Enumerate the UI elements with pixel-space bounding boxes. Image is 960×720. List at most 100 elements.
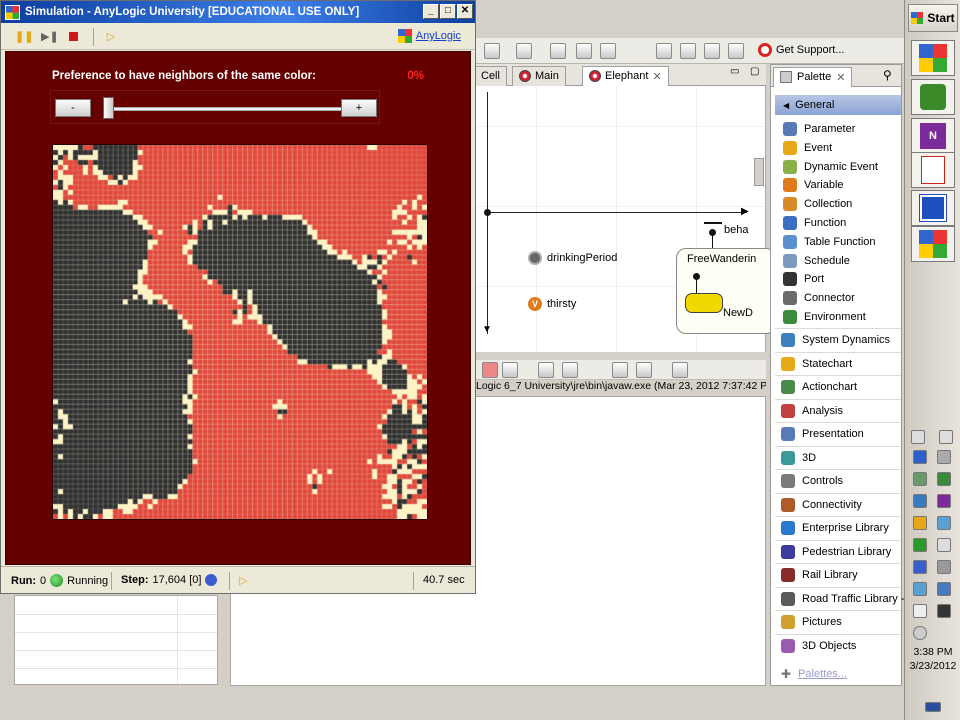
tray-sync-icon[interactable] xyxy=(937,450,951,464)
palette-category[interactable]: Pictures xyxy=(781,613,842,631)
palette-category[interactable]: Rail Library xyxy=(781,566,858,584)
slider-increment-button[interactable]: + xyxy=(341,99,377,117)
editor-canvas[interactable]: ▼ ▶ drinkingPeriod V thirsty beha FreeWa… xyxy=(476,86,776,352)
tab-main[interactable]: Main xyxy=(512,66,566,86)
speed-button[interactable]: ▷ xyxy=(103,29,119,45)
slider-track[interactable] xyxy=(103,107,373,111)
pin-console-icon[interactable] xyxy=(612,362,628,378)
tray-arrow-icon[interactable] xyxy=(939,430,953,444)
display-console-icon[interactable] xyxy=(636,362,652,378)
tray-messenger-icon[interactable] xyxy=(937,516,951,530)
tray-monitor-icon[interactable] xyxy=(913,560,927,574)
remove-launch-icon[interactable] xyxy=(502,362,518,378)
palettes-link[interactable]: ✚ Palettes... xyxy=(781,665,847,683)
taskbar-security-app[interactable] xyxy=(911,79,955,115)
palette-item[interactable]: Variable xyxy=(783,176,844,194)
taskbar-pdf-app[interactable] xyxy=(911,152,955,188)
palette-item[interactable]: Dynamic Event xyxy=(783,158,878,176)
tab-palette[interactable]: Palette ✕ xyxy=(773,67,853,87)
palette-category[interactable]: Presentation xyxy=(781,425,864,443)
palette-category[interactable]: Statechart xyxy=(781,355,852,373)
tray-search-icon[interactable] xyxy=(937,560,951,574)
terminate-icon[interactable] xyxy=(482,362,498,378)
palette-item[interactable]: Table Function xyxy=(783,233,876,251)
location-icon[interactable] xyxy=(516,43,532,59)
speed-icon[interactable]: ▷ xyxy=(239,574,247,587)
tab-elephant[interactable]: Elephant ✕ xyxy=(582,66,669,86)
pause-button[interactable]: ❚❚ xyxy=(15,29,33,45)
tray-database-icon[interactable] xyxy=(937,582,951,596)
tray-copy-icon[interactable] xyxy=(913,604,927,618)
palette-item[interactable]: Port xyxy=(783,270,824,288)
scroll-lock-icon[interactable] xyxy=(562,362,578,378)
palette-item[interactable]: Parameter xyxy=(783,120,855,138)
maximize-icon[interactable]: ▢ xyxy=(750,66,759,77)
step-button[interactable]: ▶❚ xyxy=(41,29,59,45)
taskbar-remote-app[interactable] xyxy=(911,190,955,226)
statechart-free-wandering[interactable]: FreeWanderin NewD xyxy=(676,248,776,334)
tray-battery-icon[interactable] xyxy=(937,472,951,486)
palette-item[interactable]: Function xyxy=(783,214,846,232)
taskbar-onenote-app[interactable]: N xyxy=(911,118,955,154)
palette-category[interactable]: Analysis xyxy=(781,402,843,420)
tray-globe-icon[interactable] xyxy=(913,582,927,596)
tray-device-icon[interactable] xyxy=(913,494,927,508)
tray-arrow-icon[interactable] xyxy=(911,430,925,444)
palette-category[interactable]: Controls xyxy=(781,472,843,490)
tray-network-icon[interactable] xyxy=(913,450,927,464)
palette-category[interactable]: Actionchart xyxy=(781,378,857,396)
clock-date[interactable]: 3/23/2012 xyxy=(905,660,960,672)
slider-decrement-button[interactable]: - xyxy=(55,99,91,117)
palette-category[interactable]: Enterprise Library xyxy=(781,519,889,537)
minimize-icon[interactable]: ▭ xyxy=(730,66,739,77)
taskbar-anylogic-app-2[interactable] xyxy=(911,226,955,262)
copy-style-icon[interactable] xyxy=(704,43,720,59)
palette-item[interactable]: Collection xyxy=(783,195,852,213)
tray-usb-icon[interactable] xyxy=(937,538,951,552)
tray-refresh-icon[interactable] xyxy=(913,538,927,552)
palette-category[interactable]: 3D xyxy=(781,449,816,467)
palette-category[interactable]: System Dynamics xyxy=(781,331,890,349)
paste-style-icon[interactable] xyxy=(728,43,744,59)
anylogic-link[interactable]: AnyLogic xyxy=(397,29,461,43)
clock-time[interactable]: 3:38 PM xyxy=(905,646,960,658)
show-desktop-icon[interactable] xyxy=(925,702,941,712)
palette-item[interactable]: Connector xyxy=(783,289,855,307)
palette-item[interactable]: Event xyxy=(783,139,832,157)
pin-icon[interactable]: ⚲ xyxy=(883,68,892,82)
slider-thumb[interactable] xyxy=(103,97,114,119)
palette-item[interactable]: Schedule xyxy=(783,252,850,270)
param-drinking-period[interactable]: drinkingPeriod xyxy=(528,251,617,265)
start-button[interactable]: Start xyxy=(908,4,958,32)
palette-category-general[interactable]: ◀ General xyxy=(775,95,901,115)
tray-display-icon[interactable] xyxy=(937,604,951,618)
group-icon[interactable] xyxy=(656,43,672,59)
minimize-button[interactable]: _ xyxy=(423,4,439,19)
close-icon[interactable]: ✕ xyxy=(652,70,661,86)
tray-onenote-icon[interactable] xyxy=(937,494,951,508)
align-icon[interactable] xyxy=(600,43,616,59)
step-info-icon[interactable] xyxy=(205,574,218,586)
zoom-icon[interactable] xyxy=(484,43,500,59)
tab-cell[interactable]: Cell xyxy=(474,66,507,86)
tray-signal-icon[interactable] xyxy=(913,472,927,486)
state-node[interactable] xyxy=(685,293,723,313)
volume-icon[interactable] xyxy=(913,626,927,640)
properties-table[interactable] xyxy=(14,595,218,685)
ungroup-icon[interactable] xyxy=(680,43,696,59)
taskbar-anylogic-app[interactable] xyxy=(911,40,955,76)
palette-category[interactable]: Road Traffic Library - F xyxy=(781,590,914,608)
segregation-grid[interactable] xyxy=(52,144,428,520)
connector-tool-icon[interactable] xyxy=(550,43,566,59)
param-thirsty[interactable]: V thirsty xyxy=(528,297,576,311)
close-icon[interactable]: ✕ xyxy=(836,71,845,84)
title-bar[interactable]: Simulation - AnyLogic University [EDUCAT… xyxy=(1,1,475,23)
clear-console-icon[interactable] xyxy=(538,362,554,378)
stop-button[interactable] xyxy=(65,29,81,45)
palette-category[interactable]: Pedestrian Library xyxy=(781,543,891,561)
palette-category[interactable]: Connectivity xyxy=(781,496,862,514)
open-console-icon[interactable] xyxy=(672,362,688,378)
grid-icon[interactable] xyxy=(576,43,592,59)
maximize-button[interactable]: □ xyxy=(440,4,456,19)
palette-category[interactable]: 3D Objects xyxy=(781,637,856,655)
